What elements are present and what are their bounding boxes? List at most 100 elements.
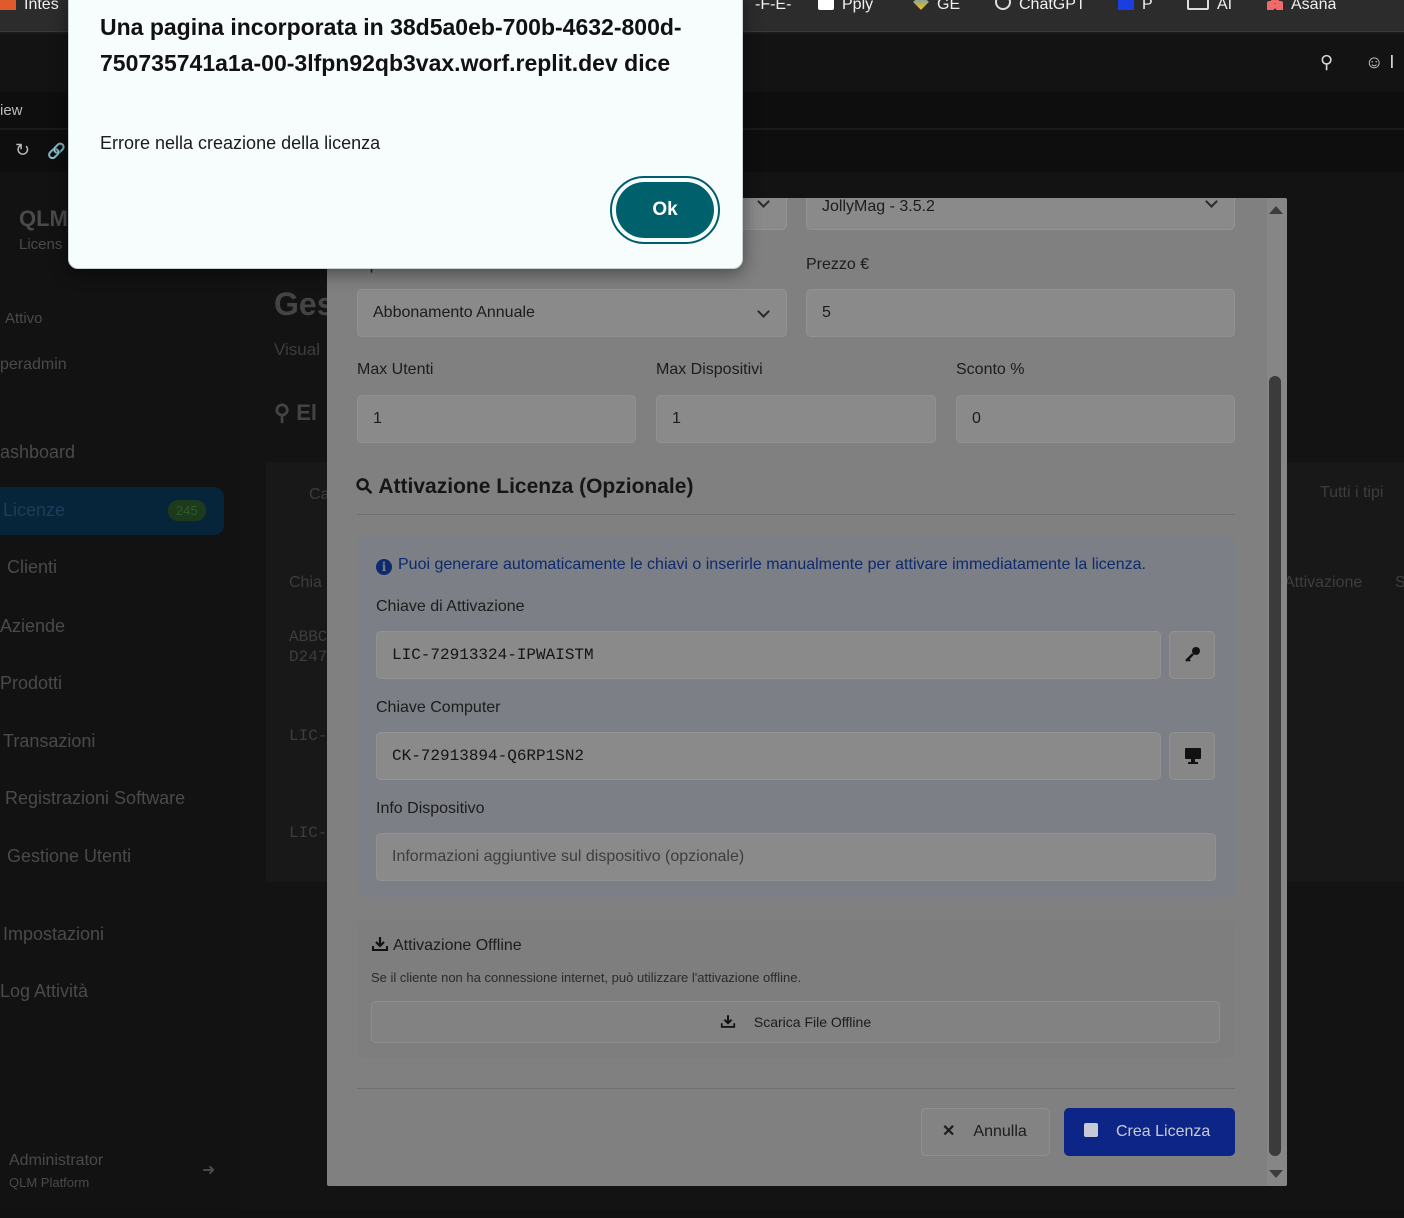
bookmark-fe[interactable]: -F-E-	[755, 0, 791, 14]
bank-icon	[0, 0, 16, 10]
search-icon[interactable]: ⚲	[1320, 52, 1333, 73]
sidebar-item-registrazioni[interactable]: Registrazioni Software	[5, 788, 185, 809]
activation-info: i Puoi generare automaticamente le chiavi…	[376, 556, 1146, 575]
download-offline-button[interactable]: Scarica File Offline	[371, 1001, 1220, 1043]
sidebar-item-prodotti[interactable]: Prodotti	[0, 673, 62, 694]
create-license-modal: JollyMag - 3.5.2 Tipo Licenza Prezzo € A…	[327, 198, 1287, 1186]
user-select[interactable]: peradmin	[0, 356, 67, 374]
price-label: Prezzo €	[806, 256, 870, 273]
license-type-value: Abbonamento Annuale	[373, 304, 535, 321]
bookmark-intes[interactable]: Intes	[0, 0, 59, 14]
sidebar-item-aziende[interactable]: Aziende	[0, 616, 65, 637]
modal-scrollbar[interactable]	[1267, 198, 1287, 1186]
brand-subtitle: Licens	[19, 236, 63, 253]
create-license-button[interactable]: Crea Licenza	[1064, 1108, 1235, 1156]
filter-right[interactable]: Tutti i tipi	[1320, 484, 1383, 502]
ok-button[interactable]: Ok	[616, 182, 714, 238]
product-select[interactable]: JollyMag - 3.5.2	[806, 198, 1235, 230]
activation-key-label: Chiave di Attivazione	[376, 598, 525, 615]
status-label: Attivo	[5, 310, 43, 327]
sidebar-item-log[interactable]: Log Attività	[0, 981, 88, 1002]
bookmark-label: Pply	[842, 0, 874, 13]
reload-icon[interactable]: ↻	[15, 140, 30, 161]
table-row[interactable]: LIC-	[289, 727, 327, 745]
bookmark-label: Intes	[24, 0, 59, 13]
bookmark-pply[interactable]: Pply	[818, 0, 873, 14]
alert-dialog: Una pagina incorporata in 38d5a0eb-700b-…	[68, 0, 743, 269]
download-offline-label: Scarica File Offline	[753, 1014, 872, 1030]
max-users-label: Max Utenti	[357, 361, 434, 378]
save-icon	[1084, 1123, 1098, 1137]
key-icon	[1185, 647, 1200, 662]
ok-button-focus-ring: Ok	[610, 176, 720, 244]
cancel-button[interactable]: ✕ Annulla	[921, 1108, 1050, 1156]
window-icon	[1187, 0, 1209, 10]
scroll-down-arrow[interactable]	[1269, 1170, 1283, 1178]
page-title: Ges	[274, 286, 335, 322]
price-input[interactable]: 5	[806, 289, 1235, 337]
activation-info-text: Puoi generare automaticamente le chiavi …	[398, 556, 1146, 573]
create-license-label: Crea Licenza	[1116, 1123, 1211, 1140]
max-devices-input[interactable]: 1	[656, 395, 936, 443]
sidebar-item-dashboard[interactable]: ashboard	[0, 442, 75, 463]
sidebar-item-clienti[interactable]: Clienti	[7, 557, 57, 578]
link-icon[interactable]: 🔗	[47, 142, 66, 160]
logout-icon[interactable]: ➜	[202, 1160, 215, 1180]
max-devices-label: Max Dispositivi	[656, 361, 763, 378]
scroll-up-arrow[interactable]	[1269, 206, 1283, 214]
section-title: ⚲ El	[274, 400, 317, 426]
key-icon: ⚲	[351, 472, 379, 501]
dialog-title: Una pagina incorporata in 38d5a0eb-700b-…	[100, 14, 682, 76]
discount-label: Sconto %	[956, 361, 1025, 378]
table-row[interactable]: LIC-	[289, 824, 327, 842]
max-users-input[interactable]: 1	[357, 395, 636, 443]
preview-tab[interactable]: iew	[0, 102, 23, 119]
section-title-text: El	[296, 400, 318, 425]
gemini-icon	[913, 0, 929, 10]
info-icon: i	[376, 559, 392, 575]
computer-key-input[interactable]: CK-72913894-Q6RP1SN2	[376, 732, 1161, 780]
generate-activation-key-button[interactable]	[1169, 631, 1215, 679]
offline-title-text: Attivazione Offline	[393, 937, 522, 954]
device-info-input[interactable]: Informazioni aggiuntive sul dispositivo …	[376, 833, 1216, 881]
sidebar-item-gestione-utenti[interactable]: Gestione Utenti	[7, 846, 131, 867]
sidebar-item-transazioni[interactable]: Transazioni	[3, 731, 95, 752]
footer-user: Administrator	[9, 1152, 104, 1169]
bookmark-ai[interactable]: AI	[1187, 0, 1232, 14]
column-header-status: S	[1395, 574, 1404, 591]
bookmark-p[interactable]: P	[1118, 0, 1153, 14]
table-row[interactable]: ABBC	[289, 628, 327, 646]
sidebar: QLM Licens Attivo peradmin ashboard Lice…	[0, 172, 240, 1210]
key-icon: ⚲	[274, 400, 291, 425]
device-info-label: Info Dispositivo	[376, 800, 485, 817]
product-select-value: JollyMag - 3.5.2	[822, 198, 935, 215]
invite-user-icon[interactable]: ☺ I	[1365, 52, 1394, 73]
bookmark-label: AI	[1217, 0, 1233, 13]
desktop-icon	[1185, 748, 1201, 764]
offline-note: Se il cliente non ha connessione interne…	[371, 970, 802, 985]
computer-key-label: Chiave Computer	[376, 699, 501, 716]
dialog-message: Errore nella creazione della licenza	[100, 133, 381, 153]
bookmark-label: P	[1142, 0, 1153, 13]
generate-computer-key-button[interactable]	[1169, 732, 1215, 780]
modal-body: JollyMag - 3.5.2 Tipo Licenza Prezzo € A…	[327, 198, 1267, 1186]
topbar-partial-label: I	[1389, 52, 1395, 72]
sidebar-item-impostazioni[interactable]: Impostazioni	[3, 924, 104, 945]
footer-divider	[357, 1088, 1235, 1089]
download-icon	[372, 937, 388, 951]
sidebar-item-licenze[interactable]: Licenze	[3, 500, 65, 521]
bookmark-asana[interactable]: Asana	[1267, 0, 1336, 14]
scrollbar-thumb[interactable]	[1269, 376, 1281, 1156]
bookmark-label: ChatGPT	[1019, 0, 1086, 13]
bookmark-label: -F-E-	[755, 0, 792, 13]
p-icon	[1118, 0, 1134, 10]
bookmark-ge[interactable]: GE	[913, 0, 960, 14]
download-icon	[720, 1015, 735, 1028]
activation-key-input[interactable]: LIC-72913324-IPWAISTM	[376, 631, 1161, 679]
discount-input[interactable]: 0	[956, 395, 1235, 443]
brand-logo: QLM	[19, 206, 68, 231]
table-row[interactable]: D247	[289, 648, 327, 666]
column-header-key: Chia	[289, 574, 322, 591]
bookmark-chatgpt[interactable]: ChatGPT	[995, 0, 1086, 14]
license-type-select[interactable]: Abbonamento Annuale	[357, 289, 787, 337]
